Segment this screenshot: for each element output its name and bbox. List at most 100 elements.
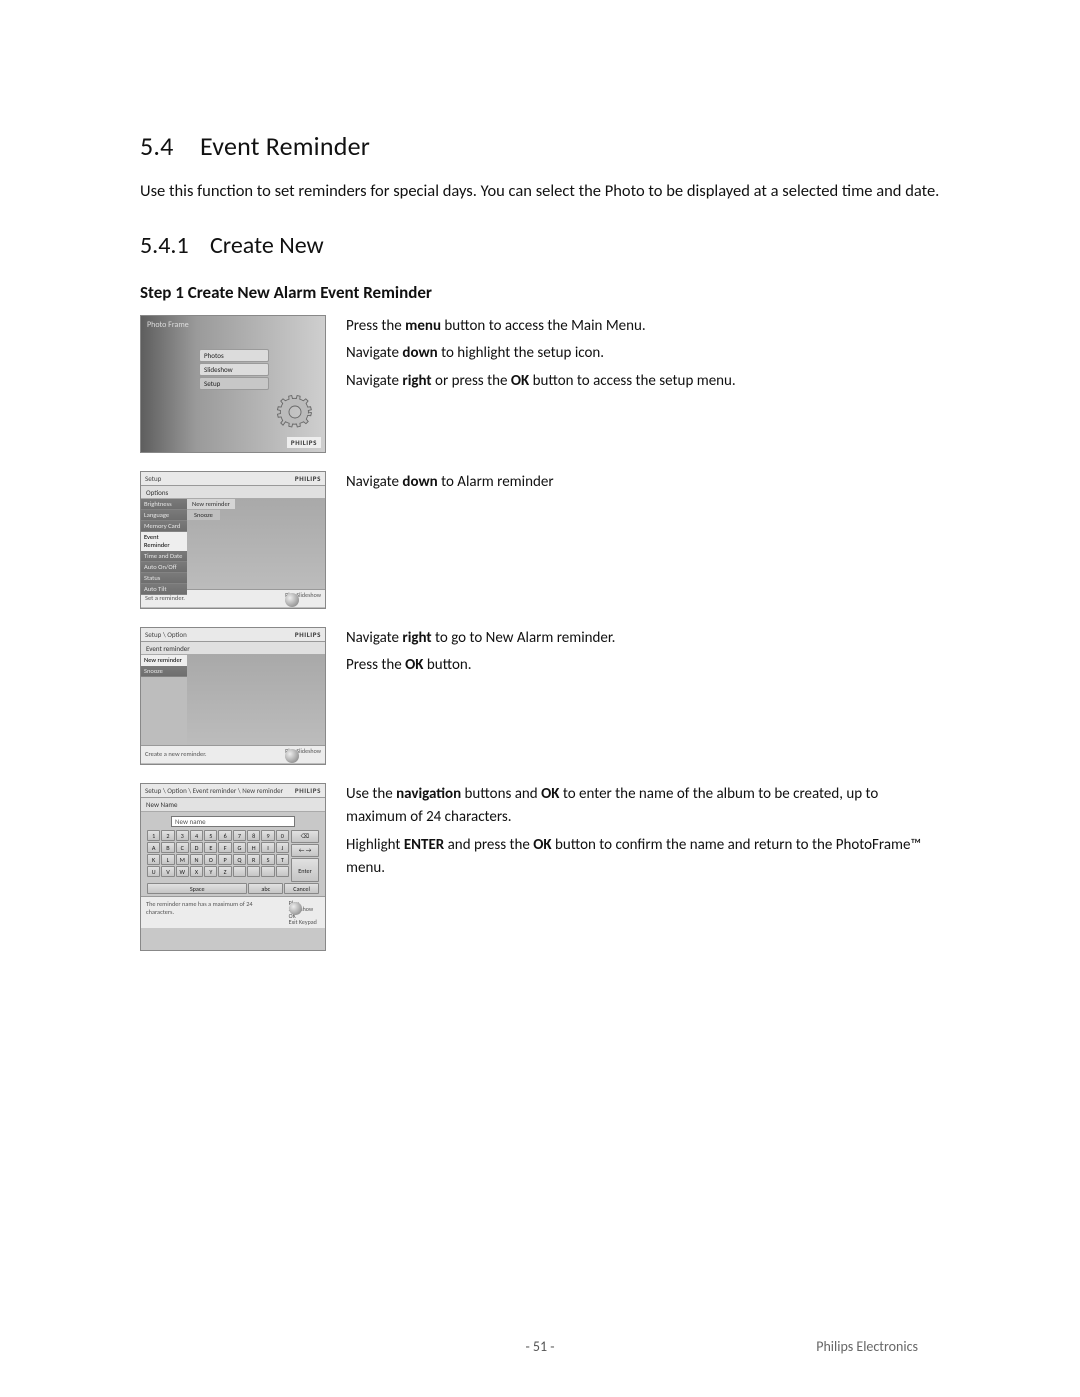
keyboard-key [276,866,289,877]
instruction-row: Setup \ Option PHILIPS Event reminder New… [140,627,940,765]
hint-text: Set a reminder. [145,594,185,602]
keyboard-key: B [161,842,174,853]
name-field: New name [171,816,295,827]
screenshot-setup-list: Setup PHILIPS Options Brightness Language… [140,471,326,609]
breadcrumb: Setup \ Option [145,630,187,639]
list-item: Brightness [141,499,187,510]
keyboard-key: 3 [176,830,189,841]
keyboard-key: K [147,854,160,865]
section-number: 5.4 [140,130,200,162]
keyboard-key: T [276,854,289,865]
keyboard-key: X [190,866,203,877]
right-column: New reminder Snooze [187,499,325,589]
breadcrumb: Setup [145,474,161,483]
nav-hint: Play Slideshow OK [267,748,321,761]
footer-brand: Philips Electronics [816,1338,918,1355]
keyboard-key: D [190,842,203,853]
subsection-number: 5.4.1 [140,231,210,260]
keyboard-key: M [176,854,189,865]
joystick-icon [285,749,299,763]
screenshot-keyboard: Setup \ Option \ Event reminder \ New re… [140,783,326,951]
submenu-item: New reminder [187,499,235,509]
keyboard-key: O [204,854,217,865]
nav-hint: Play Slideshow OK [267,592,321,605]
keyboard-key: R [247,854,260,865]
keyboard-key: P [218,854,231,865]
left-column: New reminder Snooze [141,655,187,745]
list-item: Time and Date [141,551,187,562]
list-item-selected: New reminder [141,655,187,666]
right-column [187,655,325,745]
screenshot-main-menu: Photo Frame Photos Slideshow Setup PHILI… [140,315,326,453]
instruction-line: Navigate right or press the OK button to… [346,370,940,393]
keyboard-key: I [261,842,274,853]
keyboard-key: 6 [218,830,231,841]
step-title: Step 1 Create New Alarm Event Reminder [140,282,940,303]
keyboard-key: L [161,854,174,865]
keyboard-key [261,866,274,877]
section-intro: Use this function to set reminders for s… [140,180,940,203]
philips-badge: PHILIPS [295,786,321,795]
instruction-line: Press the OK button. [346,654,940,677]
menu-item: Photos [199,349,269,362]
arrows-key: ← → [291,844,319,857]
keyboard-key: E [204,842,217,853]
keyboard-key [247,866,260,877]
keyboard-key [233,866,246,877]
breadcrumb: Setup \ Option \ Event reminder \ New re… [145,786,283,795]
page-footer: - 51 - Philips Electronics [0,1338,1080,1355]
philips-badge: PHILIPS [295,474,321,483]
sub-header: New Name [141,798,325,812]
submenu-item: Snooze [187,510,220,520]
instruction-line: Navigate down to Alarm reminder [346,471,940,494]
page-number: - 51 - [525,1338,554,1355]
list-item: Status [141,573,187,584]
instruction-line: Navigate right to go to New Alarm remind… [346,627,940,650]
nav-hint: Play Slideshow OK Exit Keypad [271,900,320,925]
keyboard-key: 2 [161,830,174,841]
keyboard-key: 7 [233,830,246,841]
ss-title: Photo Frame [147,320,189,330]
keyboard-key: H [247,842,260,853]
list-item: Language [141,510,187,521]
keyboard-key: F [218,842,231,853]
keyboard-key: 1 [147,830,160,841]
keyboard-key: J [276,842,289,853]
keyboard-key: G [233,842,246,853]
section-heading: 5.4Event Reminder [140,130,940,162]
keyboard-key: Y [204,866,217,877]
keyboard-key: 4 [190,830,203,841]
list-item: Snooze [141,666,187,677]
gear-icon [277,394,313,430]
left-column: Brightness Language Memory Card Event Re… [141,499,187,589]
instruction-line: Highlight ENTER and press the OK button … [346,834,940,881]
subsection-title: Create New [210,231,324,260]
keyboard-key: 0 [276,830,289,841]
onscreen-keyboard: 1234567890ABCDEFGHIJKLMNOPQRSTUVWXYZ ⌫ ←… [147,830,319,894]
instruction-row: Setup PHILIPS Options Brightness Language… [140,471,940,609]
keyboard-key: Z [218,866,231,877]
instruction-row: Setup \ Option \ Event reminder \ New re… [140,783,940,951]
ss-menu: Photos Slideshow Setup [199,349,269,391]
sub-header: Event reminder [141,642,325,655]
keyboard-key: C [176,842,189,853]
sub-header: Options [141,486,325,499]
philips-badge: PHILIPS [295,630,321,639]
screenshot-event-reminder: Setup \ Option PHILIPS Event reminder New… [140,627,326,765]
menu-item-selected: Setup [199,377,269,390]
subsection-heading: 5.4.1Create New [140,231,940,260]
list-item-selected: Event Reminder [141,532,187,551]
abc-key: abc [248,883,283,894]
instruction-row: Photo Frame Photos Slideshow Setup PHILI… [140,315,940,453]
keyboard-key: A [147,842,160,853]
joystick-icon [285,593,299,607]
keyboard-key: 9 [261,830,274,841]
keyboard-key: V [161,866,174,877]
keyboard-key: 5 [204,830,217,841]
joystick-icon [289,902,302,915]
hint-text: The reminder name has a maximum of 24 ch… [146,900,271,925]
keyboard-key: 8 [247,830,260,841]
instruction-line: Navigate down to highlight the setup ico… [346,342,940,365]
menu-item: Slideshow [199,363,269,376]
hint-text: Create a new reminder. [145,750,206,758]
